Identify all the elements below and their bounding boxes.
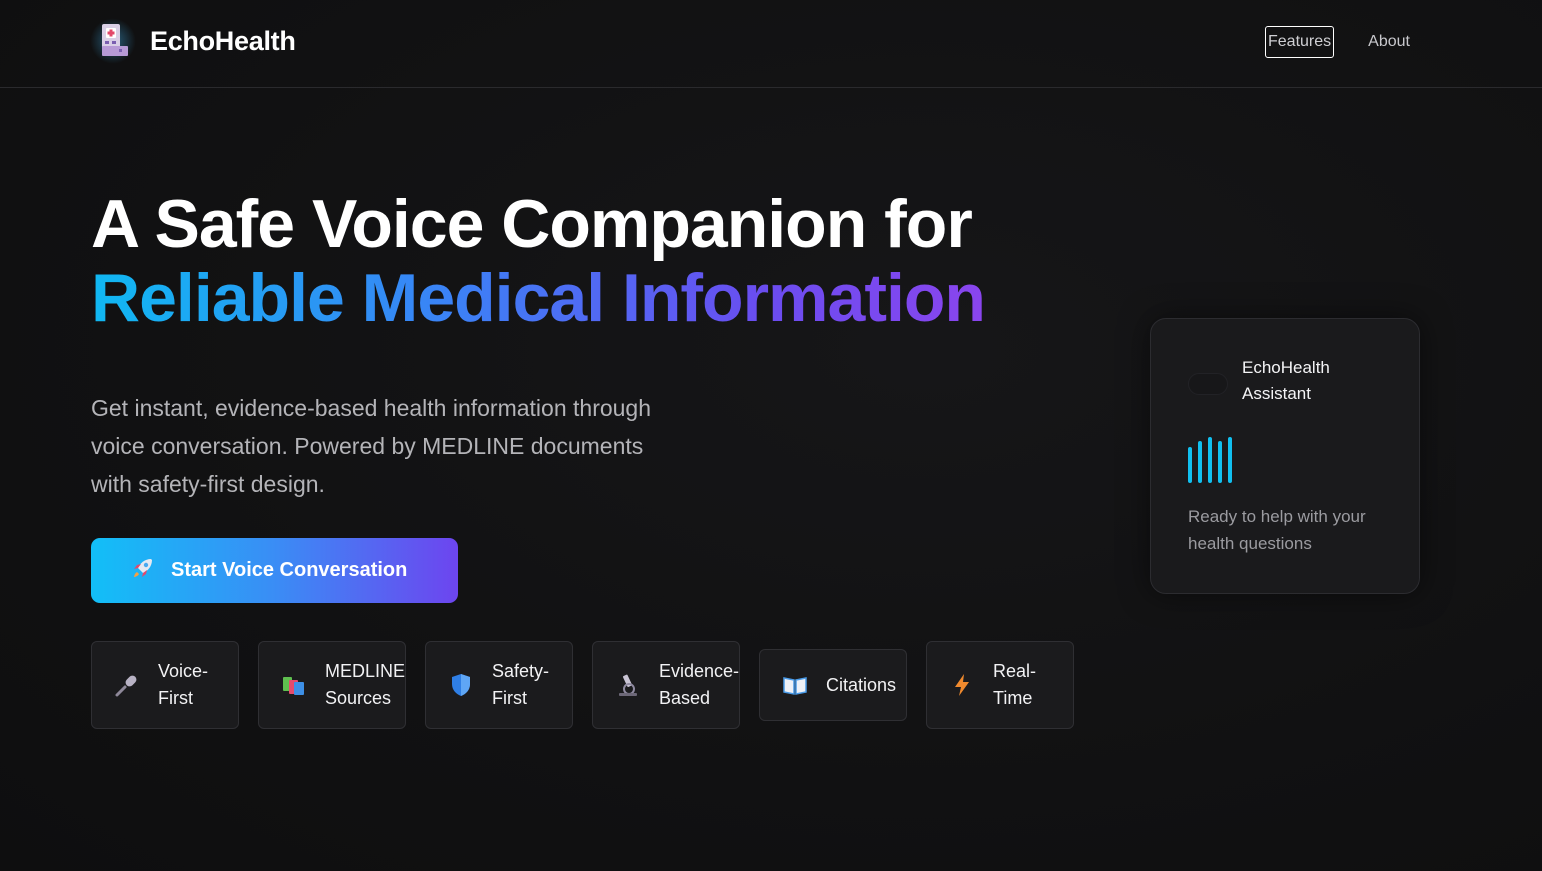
main-nav: Features About bbox=[1265, 26, 1410, 58]
assistant-title: EchoHealth Assistant bbox=[1242, 358, 1330, 403]
hero-description: Get instant, evidence-based health infor… bbox=[91, 395, 652, 497]
lightning-icon bbox=[949, 672, 975, 698]
feature-label: Safety-First bbox=[492, 661, 550, 708]
microphone-icon bbox=[114, 672, 140, 698]
hero-title: A Safe Voice Companion for Reliable Medi… bbox=[91, 186, 986, 336]
feature-voice-first: Voice-First bbox=[91, 641, 239, 729]
feature-label: Citations bbox=[826, 674, 897, 695]
landing-page: EchoHealth Features About A Safe Voice C… bbox=[0, 0, 1542, 871]
feature-list: Voice-First MEDLINE Sources Safety-First bbox=[91, 641, 1093, 729]
nav-features-link[interactable]: Features bbox=[1265, 26, 1335, 58]
shield-icon bbox=[448, 672, 474, 698]
feature-real-time: Real-Time bbox=[926, 641, 1074, 729]
brand-name: EchoHealth bbox=[150, 25, 296, 56]
feature-label: Voice-First bbox=[158, 661, 209, 708]
hero-title-line1: A Safe Voice Companion for bbox=[91, 186, 973, 262]
rocket-icon bbox=[131, 556, 155, 585]
hero-title-highlight: Reliable Medical Information bbox=[91, 260, 986, 336]
feature-medline-sources: MEDLINE Sources bbox=[258, 641, 406, 729]
feature-label: MEDLINE Sources bbox=[325, 661, 406, 708]
top-header: EchoHealth Features About bbox=[0, 0, 1542, 88]
feature-evidence-based: Evidence-Based bbox=[592, 641, 740, 729]
book-icon bbox=[782, 672, 808, 698]
assistant-message: Ready to help with your health questions bbox=[1188, 507, 1366, 553]
start-voice-conversation-button[interactable]: Start Voice Conversation bbox=[91, 538, 458, 603]
assistant-card: EchoHealth Assistant Ready to help with … bbox=[1150, 318, 1420, 594]
books-icon bbox=[281, 672, 307, 698]
assistant-status-indicator bbox=[1188, 373, 1228, 395]
feature-safety-first: Safety-First bbox=[425, 641, 573, 729]
brand[interactable]: EchoHealth bbox=[90, 18, 296, 64]
cta-label: Start Voice Conversation bbox=[171, 559, 408, 581]
hospital-icon bbox=[90, 18, 136, 64]
feature-label: Real-Time bbox=[993, 661, 1037, 708]
feature-label: Evidence-Based bbox=[659, 661, 740, 708]
microscope-icon bbox=[615, 672, 641, 698]
feature-citations: Citations bbox=[759, 649, 907, 721]
waveform-icon bbox=[1188, 437, 1238, 483]
nav-about-link[interactable]: About bbox=[1368, 33, 1410, 51]
